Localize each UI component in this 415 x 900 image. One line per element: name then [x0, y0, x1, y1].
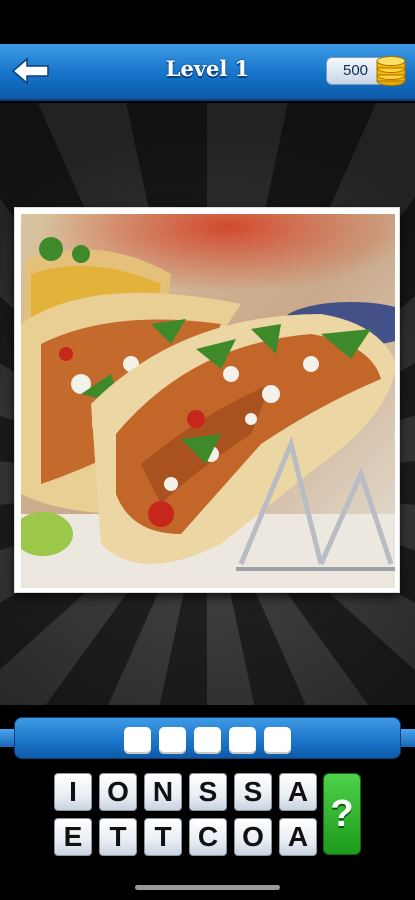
hint-button[interactable]: ?	[323, 773, 361, 855]
coin-count: 500	[343, 62, 369, 79]
home-indicator	[135, 885, 280, 890]
letter-tile[interactable]: O	[234, 818, 272, 856]
letter-tile[interactable]: A	[279, 818, 317, 856]
answer-slot[interactable]	[159, 727, 186, 754]
tacos-photo	[21, 214, 395, 588]
answer-slot[interactable]	[124, 727, 151, 754]
answer-slot[interactable]	[264, 727, 291, 754]
letter-tile[interactable]: T	[99, 818, 137, 856]
top-bar: Level 1 500	[0, 44, 415, 101]
answer-slot[interactable]	[194, 727, 221, 754]
coin-stack-icon	[376, 56, 406, 86]
letter-tile[interactable]: S	[234, 773, 272, 811]
letter-tile[interactable]: C	[189, 818, 227, 856]
status-bar	[0, 0, 415, 44]
letter-tile[interactable]: S	[189, 773, 227, 811]
letter-tile[interactable]: I	[54, 773, 92, 811]
letter-tile[interactable]: T	[144, 818, 182, 856]
letter-tile[interactable]: N	[144, 773, 182, 811]
letter-tile[interactable]: O	[99, 773, 137, 811]
letter-tile[interactable]: E	[54, 818, 92, 856]
puzzle-photo-frame	[14, 207, 400, 593]
letter-tile[interactable]: A	[279, 773, 317, 811]
answer-slot[interactable]	[229, 727, 256, 754]
